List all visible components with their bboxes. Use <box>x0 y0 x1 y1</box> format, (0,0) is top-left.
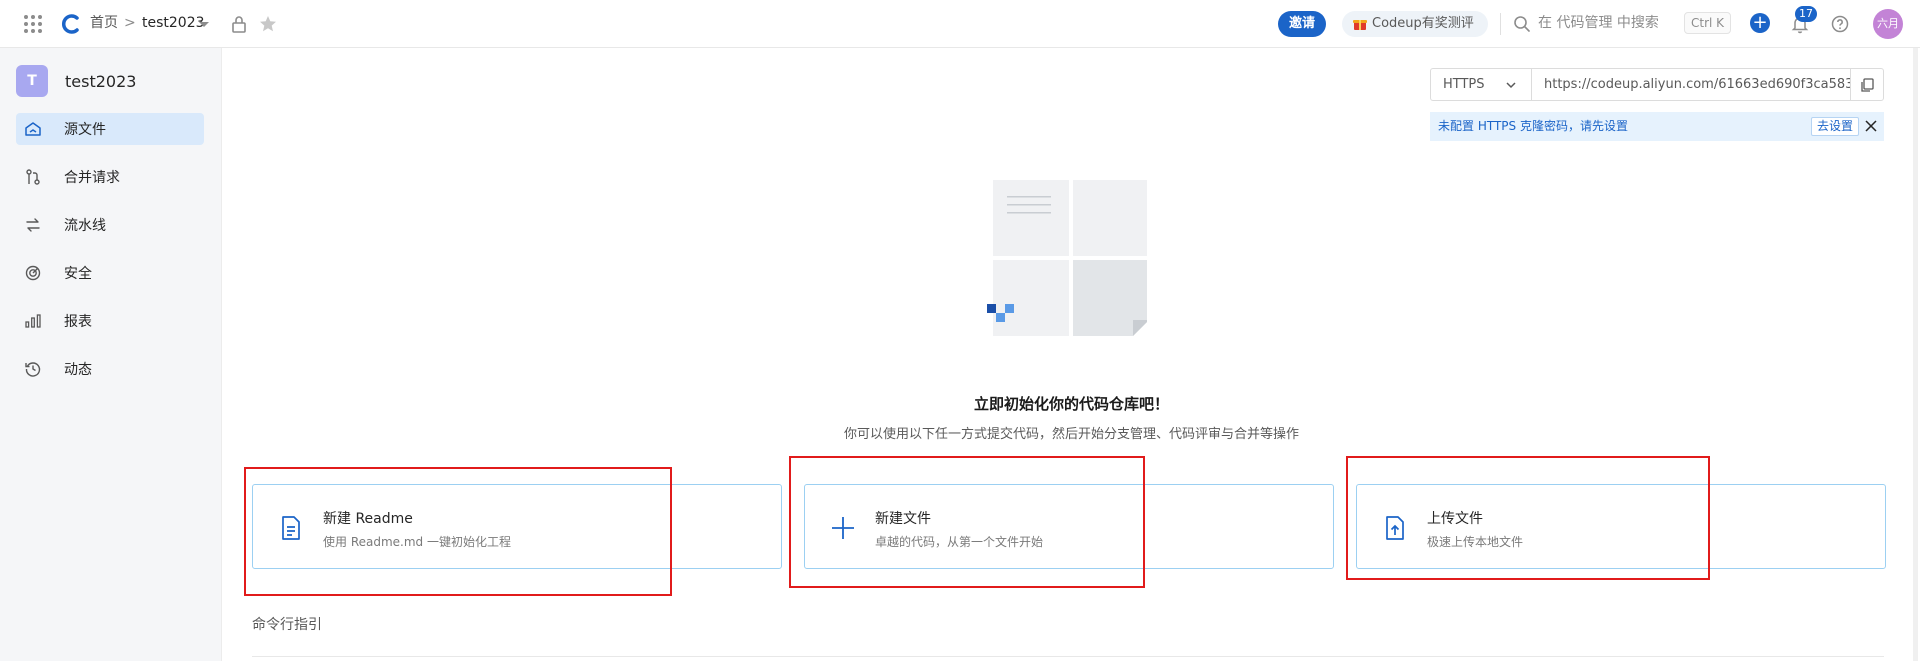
divider <box>1500 13 1501 35</box>
empty-repo-illustration <box>987 180 1147 336</box>
go-settings-button[interactable]: 去设置 <box>1811 117 1860 136</box>
sidebar-item-label: 报表 <box>64 314 92 330</box>
protocol-select[interactable]: HTTPS <box>1431 69 1532 100</box>
promo-link[interactable]: Codeup有奖测评 <box>1342 11 1488 37</box>
cli-guide-title: 命令行指引 <box>252 617 322 633</box>
breadcrumb-separator: > <box>124 15 136 31</box>
shortcut-hint: Ctrl K <box>1684 12 1732 34</box>
sidebar-item-label: 安全 <box>64 266 92 282</box>
codeup-logo-icon[interactable] <box>60 13 82 35</box>
protocol-value: HTTPS <box>1443 77 1485 92</box>
merge-request-icon <box>26 169 40 185</box>
caret-down-icon[interactable] <box>198 12 210 36</box>
search-input[interactable]: 在 代码管理 中搜索 <box>1538 0 1659 48</box>
highlight-box <box>244 467 672 596</box>
cli-guide-panel <box>252 656 1884 666</box>
notice-text: 未配置 HTTPS 克隆密码，请先设置 <box>1438 119 1628 133</box>
promo-label: Codeup有奖测评 <box>1372 16 1474 31</box>
invite-button[interactable]: 邀请 <box>1278 11 1326 37</box>
highlight-box <box>1346 456 1710 580</box>
clone-url-field[interactable]: https://codeup.aliyun.com/61663ed690f3ca… <box>1532 69 1850 100</box>
sidebar-item-reports[interactable]: 报表 <box>16 305 204 337</box>
copy-icon <box>1861 77 1874 92</box>
activity-icon <box>25 362 41 377</box>
https-password-notice: 未配置 HTTPS 克隆密码，请先设置 去设置 <box>1430 112 1884 141</box>
top-bar: 首页 > test2023 邀请 Codeup有奖测评 在 代码管理 中搜索 C… <box>0 0 1920 48</box>
user-avatar[interactable]: 六月 <box>1873 9 1903 39</box>
star-icon[interactable] <box>256 12 280 36</box>
security-icon <box>25 265 41 281</box>
repo-name: test2023 <box>65 71 137 91</box>
sidebar-item-label: 流水线 <box>64 218 106 234</box>
notification-badge: 17 <box>1795 6 1817 22</box>
sidebar-item-pipelines[interactable]: 流水线 <box>16 209 204 241</box>
source-files-icon <box>25 122 41 136</box>
sidebar-item-label: 源文件 <box>64 122 106 138</box>
clone-url-box: HTTPS https://codeup.aliyun.com/61663ed6… <box>1430 68 1884 101</box>
create-button[interactable]: + <box>1750 13 1770 33</box>
app-grid-icon[interactable] <box>24 15 42 33</box>
scrollbar[interactable] <box>1913 48 1918 661</box>
sidebar-item-merge-requests[interactable]: 合并请求 <box>16 161 204 193</box>
breadcrumb-home[interactable]: 首页 <box>90 0 118 48</box>
sidebar: T test2023 源文件 合并请求 流水线 安全 报表 动态 <box>0 48 222 661</box>
repo-header[interactable]: T test2023 <box>16 65 136 97</box>
sidebar-nav: 源文件 合并请求 流水线 安全 报表 动态 <box>16 113 204 401</box>
chevron-down-icon <box>1506 81 1516 88</box>
pipeline-icon <box>26 218 40 232</box>
gift-icon <box>1353 20 1367 30</box>
sidebar-item-label: 合并请求 <box>64 170 120 186</box>
init-subtitle: 你可以使用以下任一方式提交代码，然后开始分支管理、代码评审与合并等操作 <box>843 427 1299 442</box>
init-title: 立即初始化你的代码仓库吧！ <box>973 395 1169 413</box>
report-icon <box>25 314 41 328</box>
breadcrumb-repo[interactable]: test2023 <box>142 0 205 48</box>
highlight-box <box>789 456 1145 588</box>
sidebar-item-source-files[interactable]: 源文件 <box>16 113 204 145</box>
sidebar-item-label: 动态 <box>64 362 92 378</box>
copy-button[interactable] <box>1850 69 1883 100</box>
search-icon[interactable] <box>1510 12 1534 36</box>
repo-avatar: T <box>16 65 48 97</box>
sidebar-item-security[interactable]: 安全 <box>16 257 204 289</box>
sidebar-item-activity[interactable]: 动态 <box>16 353 204 385</box>
lock-icon <box>232 16 246 33</box>
help-icon[interactable] <box>1828 12 1852 36</box>
close-icon[interactable] <box>1864 119 1878 133</box>
